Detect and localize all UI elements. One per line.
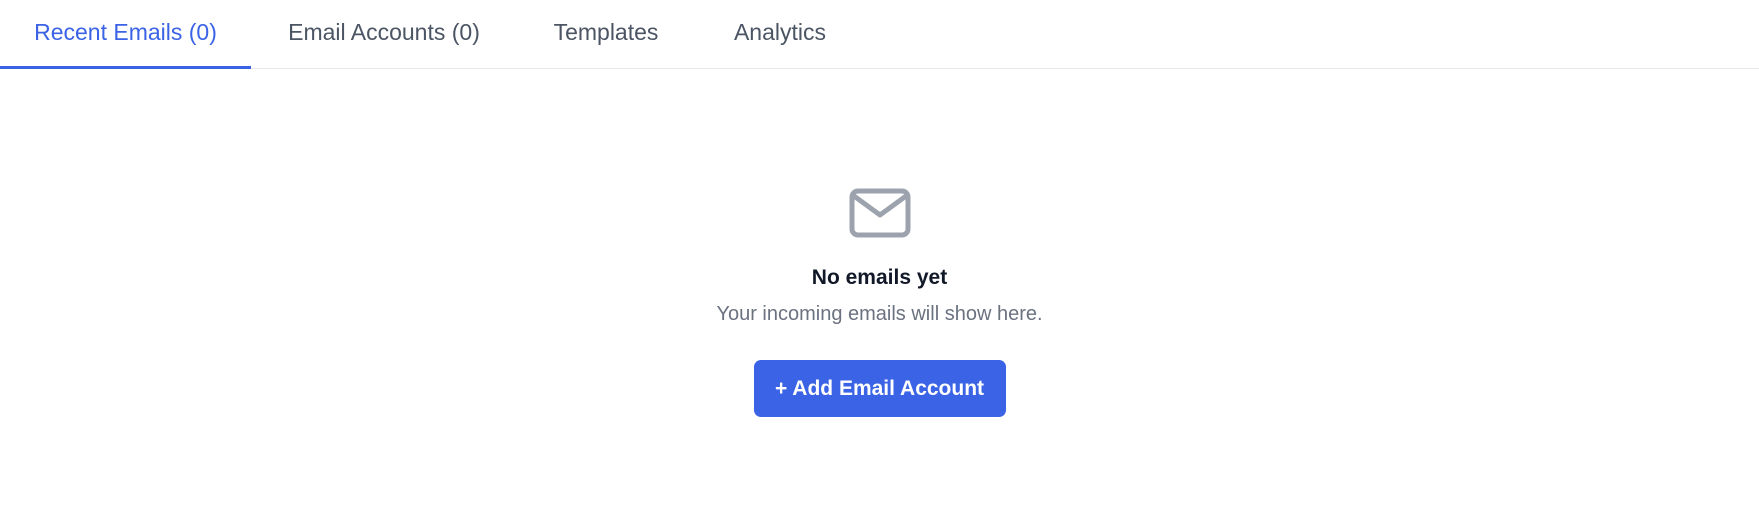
tab-analytics[interactable]: Analytics: [695, 0, 865, 68]
tab-email-accounts-label: Email Accounts (0): [288, 19, 480, 45]
tab-email-accounts[interactable]: Email Accounts (0): [251, 0, 517, 68]
tab-bar: Recent Emails (0) Email Accounts (0) Tem…: [0, 0, 1759, 69]
empty-state: No emails yet Your incoming emails will …: [0, 69, 1759, 515]
tab-templates[interactable]: Templates: [517, 0, 695, 68]
tab-templates-label: Templates: [553, 19, 659, 45]
empty-state-subtitle: Your incoming emails will show here.: [716, 303, 1043, 325]
mail-icon: [849, 188, 910, 238]
tab-recent-emails[interactable]: Recent Emails (0): [0, 0, 251, 69]
tab-analytics-label: Analytics: [733, 19, 827, 45]
empty-state-title: No emails yet: [811, 266, 948, 289]
add-email-account-button[interactable]: + Add Email Account: [753, 360, 1006, 417]
tab-recent-emails-label: Recent Emails (0): [34, 19, 217, 45]
